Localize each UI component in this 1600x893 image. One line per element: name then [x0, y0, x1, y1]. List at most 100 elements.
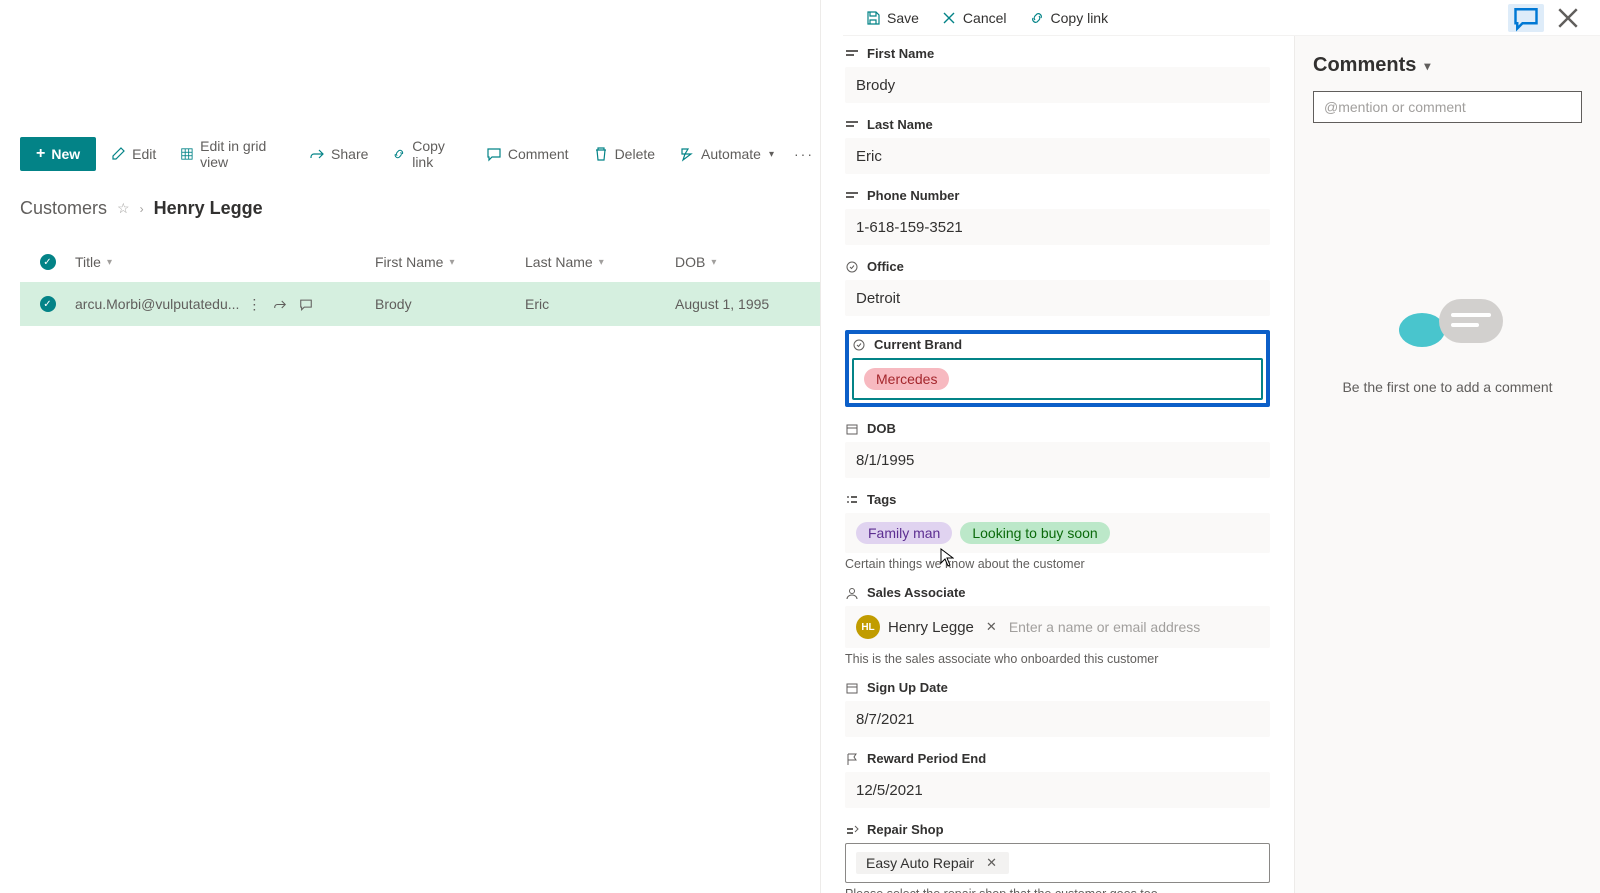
comments-heading[interactable]: Comments ▾ [1313, 54, 1582, 77]
select-all-header[interactable]: ✓ [20, 254, 75, 270]
new-button[interactable]: + New [20, 137, 96, 171]
col-last-name[interactable]: Last Name▾ [525, 254, 675, 270]
save-button[interactable]: Save [857, 4, 927, 32]
office-value: Detroit [856, 290, 900, 307]
breadcrumb-list[interactable]: Customers [20, 198, 107, 219]
more-button[interactable]: ··· [788, 138, 820, 170]
automate-button[interactable]: Automate ▾ [669, 138, 784, 170]
brand-chip[interactable]: Mercedes [864, 368, 949, 390]
col-dob[interactable]: DOB▾ [675, 254, 815, 270]
flag-icon [845, 752, 859, 766]
link-icon [392, 146, 406, 162]
brand-label: Current Brand [874, 337, 962, 352]
command-bar: + New Edit Edit in grid view Share Copy l… [20, 130, 820, 178]
field-phone: Phone Number 1-618-159-3521 [845, 188, 1270, 245]
sales-input[interactable]: HL Henry Legge ✕ Enter a name or email a… [845, 606, 1270, 648]
calendar-icon [845, 422, 859, 436]
field-first-name: First Name Brody [845, 46, 1270, 103]
chevron-down-icon: ▾ [769, 149, 774, 160]
office-label: Office [867, 259, 904, 274]
reward-value: 12/5/2021 [856, 782, 923, 799]
tag-chip-0[interactable]: Family man [856, 522, 952, 544]
field-office: Office Detroit [845, 259, 1270, 316]
tag-chip-1[interactable]: Looking to buy soon [960, 522, 1109, 544]
new-label: New [51, 146, 80, 162]
signup-value: 8/7/2021 [856, 711, 914, 728]
field-last-name: Last Name Eric [845, 117, 1270, 174]
form-column: First Name Brody Last Name Eric Phone Nu… [821, 36, 1294, 893]
repair-help: Please select the repair shop that the c… [845, 887, 1270, 893]
reward-input[interactable]: 12/5/2021 [845, 772, 1270, 808]
row-first-name: Brody [375, 296, 412, 312]
edit-grid-label: Edit in grid view [200, 138, 285, 170]
row-share-icon[interactable] [273, 296, 287, 313]
field-sales-associate: Sales Associate HL Henry Legge ✕ Enter a… [845, 585, 1270, 666]
close-panel-button[interactable] [1550, 4, 1586, 32]
list-icon [845, 493, 859, 507]
chevron-right-icon: › [140, 202, 144, 216]
save-label: Save [887, 10, 919, 26]
phone-input[interactable]: 1-618-159-3521 [845, 209, 1270, 245]
speech-bubbles-icon [1393, 293, 1503, 363]
panel-action-bar: Save Cancel Copy link [843, 0, 1600, 36]
brand-input[interactable]: Mercedes [852, 358, 1263, 400]
office-input[interactable]: Detroit [845, 280, 1270, 316]
chevron-down-icon: ▾ [449, 257, 454, 268]
repair-input[interactable]: Easy Auto Repair ✕ [845, 843, 1270, 883]
edit-button[interactable]: Edit [100, 138, 166, 170]
pencil-icon [110, 146, 126, 162]
dob-input[interactable]: 8/1/1995 [845, 442, 1270, 478]
table-row[interactable]: ✓ arcu.Morbi@vulputatedu... ⋮ Brody Eric… [20, 282, 820, 326]
delete-button[interactable]: Delete [583, 138, 665, 170]
comment-button[interactable]: Comment [476, 138, 579, 170]
first-name-input[interactable]: Brody [845, 67, 1270, 103]
row-comment-icon[interactable] [299, 296, 313, 313]
sales-placeholder: Enter a name or email address [1009, 619, 1200, 635]
chevron-down-icon: ▾ [1424, 59, 1430, 73]
last-name-label: Last Name [867, 117, 933, 132]
repair-chip[interactable]: Easy Auto Repair ✕ [856, 852, 1009, 874]
column-headers: ✓ Title ▾ First Name▾ Last Name▾ DOB▾ [20, 242, 820, 282]
check-circle-icon: ✓ [40, 254, 56, 270]
automate-label: Automate [701, 146, 761, 162]
panel-copy-link-button[interactable]: Copy link [1021, 4, 1117, 32]
remove-repair-icon[interactable]: ✕ [982, 855, 1001, 871]
edit-grid-button[interactable]: Edit in grid view [170, 130, 295, 178]
chevron-down-icon: ▾ [107, 257, 112, 268]
comment-icon [486, 146, 502, 162]
cancel-button[interactable]: Cancel [933, 4, 1015, 32]
sales-label: Sales Associate [867, 585, 966, 600]
comments-empty-text: Be the first one to add a comment [1313, 379, 1582, 395]
flow-icon [679, 146, 695, 162]
share-button[interactable]: Share [299, 138, 378, 170]
col-title[interactable]: Title ▾ [75, 254, 375, 270]
row-more-icon[interactable]: ⋮ [247, 296, 261, 313]
repair-chip-label: Easy Auto Repair [866, 855, 974, 871]
comment-label: Comment [508, 146, 569, 162]
row-select[interactable]: ✓ [20, 296, 75, 312]
tags-help: Certain things we know about the custome… [845, 557, 1270, 571]
col-title-label: Title [75, 254, 101, 270]
plus-icon: + [36, 146, 45, 162]
link-icon [1029, 10, 1045, 26]
comments-toggle-button[interactable] [1508, 4, 1544, 32]
text-icon [845, 118, 859, 132]
copy-link-button[interactable]: Copy link [382, 130, 471, 178]
last-name-input[interactable]: Eric [845, 138, 1270, 174]
col-first-name[interactable]: First Name▾ [375, 254, 525, 270]
row-last-name: Eric [525, 296, 549, 312]
last-name-value: Eric [856, 148, 882, 165]
tags-input[interactable]: Family man Looking to buy soon [845, 513, 1270, 553]
main-list-area: + New Edit Edit in grid view Share Copy l… [0, 0, 820, 893]
star-icon[interactable]: ☆ [117, 200, 130, 217]
remove-person-icon[interactable]: ✕ [982, 619, 1001, 635]
field-repair-shop: Repair Shop Easy Auto Repair ✕ Please se… [845, 822, 1270, 893]
text-icon [845, 47, 859, 61]
text-icon [845, 189, 859, 203]
signup-input[interactable]: 8/7/2021 [845, 701, 1270, 737]
field-reward-end: Reward Period End 12/5/2021 [845, 751, 1270, 808]
comment-input[interactable] [1313, 91, 1582, 123]
copy-link-label: Copy link [412, 138, 462, 170]
person-chip[interactable]: HL Henry Legge ✕ [856, 615, 1001, 639]
comments-panel: Comments ▾ Be the first one to add a com… [1294, 36, 1600, 893]
